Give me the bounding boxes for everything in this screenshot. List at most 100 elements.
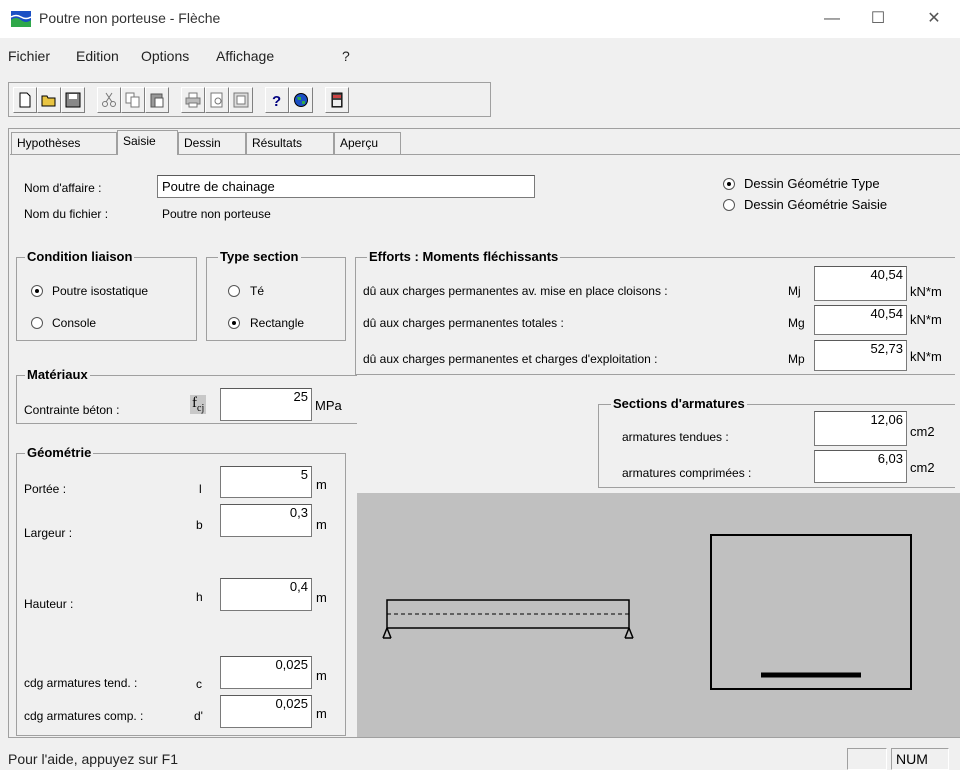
nom-affaire-input[interactable]: Poutre de chainage (157, 175, 535, 198)
effort-mg-symbol: Mg (788, 316, 805, 330)
calculator-button[interactable] (325, 87, 349, 113)
rectangle-label: Rectangle (250, 316, 305, 330)
status-text: Pour l'aide, appuyez sur F1 (8, 751, 178, 767)
menu-options[interactable]: Options (141, 48, 189, 64)
fcj-symbol-sub: cj (197, 403, 205, 414)
effort-mp-unit: kN*m (910, 349, 942, 364)
scissors-icon (102, 92, 116, 107)
copy-icon (125, 92, 140, 108)
radio-console[interactable] (31, 317, 43, 329)
paste-button[interactable] (145, 87, 169, 113)
condition-liaison-title: Condition liaison (25, 249, 135, 264)
menu-edition[interactable]: Edition (76, 48, 119, 64)
effort-mg-input[interactable]: 40,54 (814, 305, 907, 335)
cdg-comp-input[interactable]: 0,025 (220, 695, 312, 728)
poutre-isostatique-label: Poutre isostatique (52, 284, 149, 298)
beam-elevation (382, 599, 634, 639)
window-title: Poutre non porteuse - Flèche (39, 10, 221, 26)
tab-hypotheses[interactable]: Hypothèses (11, 132, 117, 154)
portee-unit: m (316, 477, 327, 492)
effort-mj-unit: kN*m (910, 284, 942, 299)
armatures-comprimees-label: armatures comprimées : (622, 466, 752, 480)
radio-rectangle[interactable] (228, 317, 240, 329)
condition-liaison-group (16, 257, 197, 341)
tab-apercu[interactable]: Aperçu (334, 132, 401, 154)
page-setup-button[interactable] (229, 87, 253, 113)
new-file-button[interactable] (13, 87, 37, 113)
effort-mj-input[interactable]: 40,54 (814, 266, 907, 301)
contrainte-beton-input[interactable]: 25 (220, 388, 312, 421)
page-setup-icon (233, 92, 249, 108)
menu-fichier[interactable]: Fichier (8, 48, 50, 64)
materiaux-title: Matériaux (25, 367, 90, 382)
cdg-tend-unit: m (316, 668, 327, 683)
portee-input[interactable]: 5 (220, 466, 312, 498)
armatures-tendues-label: armatures tendues : (622, 430, 729, 444)
copy-button[interactable] (121, 87, 145, 113)
console-label: Console (52, 316, 97, 330)
close-button[interactable]: ✕ (914, 6, 954, 32)
effort-mg-unit: kN*m (910, 312, 942, 327)
save-button[interactable] (61, 87, 85, 113)
armatures-tendues-input[interactable]: 12,06 (814, 411, 907, 446)
hauteur-input[interactable]: 0,4 (220, 578, 312, 611)
cdg-tend-input[interactable]: 0,025 (220, 656, 312, 689)
menu-help[interactable]: ? (342, 48, 350, 64)
print-button[interactable] (181, 87, 205, 113)
sections-armatures-title: Sections d'armatures (611, 396, 747, 411)
status-num-indicator: NUM (891, 748, 949, 770)
cdg-comp-symbol: d' (194, 709, 203, 723)
radio-dessin-saisie[interactable] (723, 199, 735, 211)
cdg-tend-symbol: c (196, 677, 202, 691)
dessin-type-label: Dessin Géométrie Type (744, 176, 880, 191)
maximize-button[interactable]: ☐ (858, 6, 898, 32)
svg-text:?: ? (272, 93, 281, 108)
cdg-comp-label: cdg armatures comp. : (24, 709, 144, 723)
globe-button[interactable] (289, 87, 313, 113)
nom-fichier-value: Poutre non porteuse (162, 207, 271, 221)
radio-dessin-type[interactable] (723, 178, 735, 190)
largeur-label: Largeur : (24, 526, 73, 540)
beam-cross-section (710, 534, 912, 690)
print-preview-icon (210, 92, 223, 108)
status-bar: Pour l'aide, appuyez sur F1 NUM (0, 745, 960, 770)
armatures-comprimees-input[interactable]: 6,03 (814, 450, 907, 483)
cdg-comp-unit: m (316, 706, 327, 721)
geometrie-title: Géométrie (25, 445, 94, 460)
portee-symbol: l (199, 482, 202, 496)
fcj-symbol: fcj (190, 395, 207, 414)
open-folder-icon (41, 95, 56, 107)
menu-affichage[interactable]: Affichage (216, 48, 274, 64)
nom-affaire-label: Nom d'affaire : (24, 181, 102, 195)
effort-mj-label: dû aux charges permanentes av. mise en p… (363, 284, 668, 298)
radio-poutre-isostatique[interactable] (31, 285, 43, 297)
status-indicator-empty (847, 748, 887, 770)
nom-fichier-label: Nom du fichier : (24, 207, 109, 221)
armatures-tendues-unit: cm2 (910, 424, 935, 439)
printer-icon (185, 92, 201, 108)
tab-resultats[interactable]: Résultats (246, 132, 334, 154)
contrainte-beton-unit: MPa (315, 398, 342, 413)
cdg-tend-label: cdg armatures tend. : (24, 676, 138, 690)
title-bar: Poutre non porteuse - Flèche — ☐ ✕ (0, 0, 960, 38)
radio-te[interactable] (228, 285, 240, 297)
largeur-unit: m (316, 517, 327, 532)
armatures-comprimees-unit: cm2 (910, 460, 935, 475)
tab-saisie[interactable]: Saisie (117, 130, 178, 155)
hauteur-symbol: h (196, 590, 203, 604)
largeur-input[interactable]: 0,3 (220, 504, 312, 537)
calculator-icon (331, 92, 343, 108)
effort-mp-symbol: Mp (788, 352, 805, 366)
save-icon (65, 92, 81, 108)
effort-mp-label: dû aux charges permanentes et charges d'… (363, 352, 658, 366)
portee-label: Portée : (24, 482, 67, 496)
hauteur-label: Hauteur : (24, 597, 74, 611)
question-icon: ? (272, 93, 281, 108)
effort-mp-input[interactable]: 52,73 (814, 340, 907, 371)
cut-button[interactable] (97, 87, 121, 113)
help-button[interactable]: ? (265, 87, 289, 113)
open-file-button[interactable] (37, 87, 61, 113)
print-preview-button[interactable] (205, 87, 229, 113)
tab-dessin[interactable]: Dessin (178, 132, 246, 154)
minimize-button[interactable]: — (812, 6, 852, 32)
